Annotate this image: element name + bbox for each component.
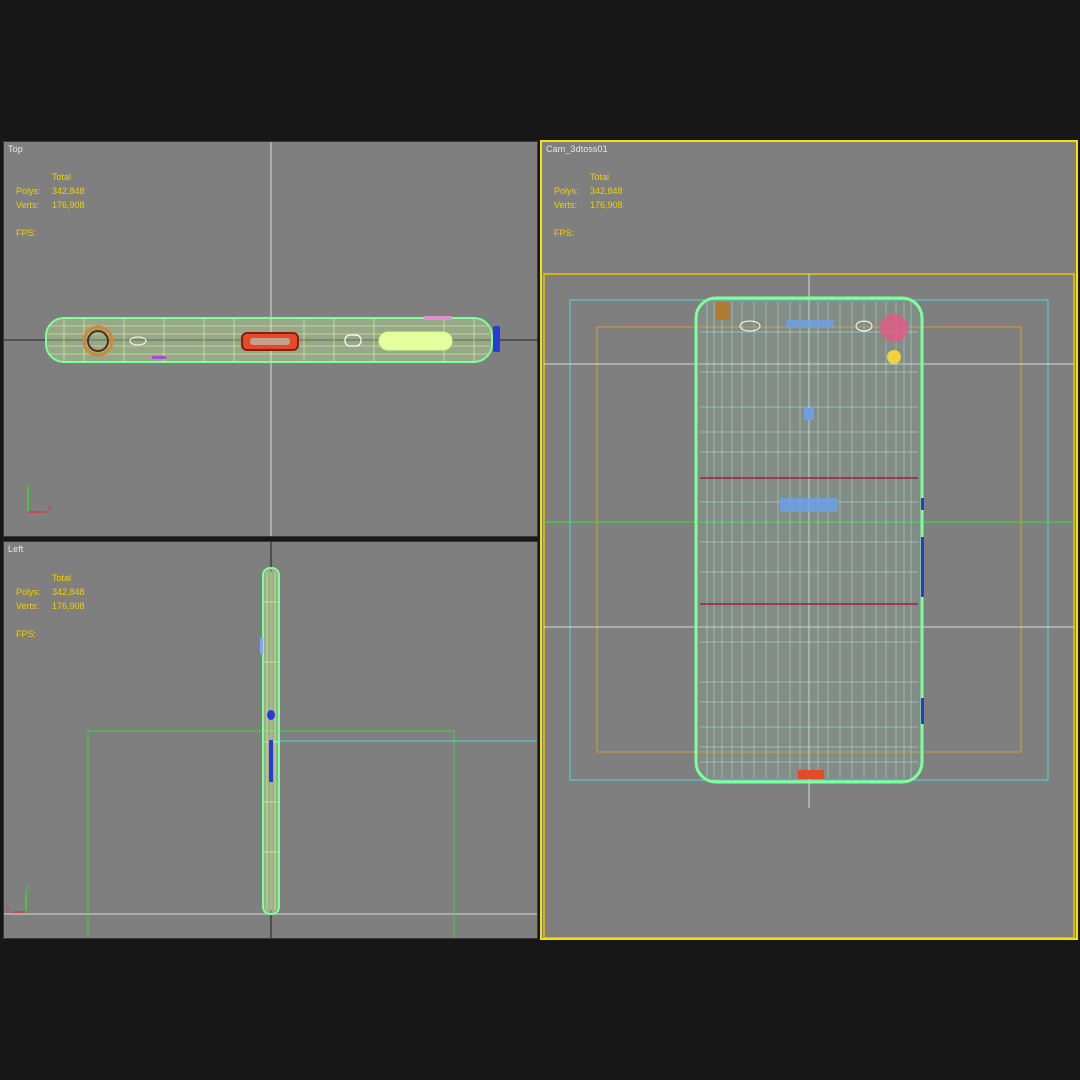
axis-y-label: y <box>6 904 10 913</box>
viewport-label[interactable]: Left <box>8 544 23 554</box>
phone-side-wireframe <box>260 567 280 915</box>
polys-label: Polys: <box>554 186 579 196</box>
viewport-left[interactable]: z y Left Total Polys: 342,848 Verts: 176,9… <box>3 541 538 939</box>
stats-overlay: Total Polys: 342,848 Verts: 176,908 FPS: <box>554 170 623 240</box>
stats-header: Total <box>590 172 610 182</box>
verts-label: Verts: <box>16 601 40 611</box>
polys-value: 342,848 <box>52 587 85 597</box>
viewport-label[interactable]: Top <box>8 144 23 154</box>
axis-z-label: z <box>25 884 29 893</box>
viewport-top[interactable]: y x Top Total Polys: 342,848 Verts: 176,90… <box>3 141 538 537</box>
axis-x-label: x <box>48 504 52 513</box>
axis-tripod-icon <box>12 892 27 913</box>
fps-label: FPS: <box>554 228 575 238</box>
verts-value: 176,908 <box>52 200 85 210</box>
polys-label: Polys: <box>16 186 41 196</box>
stats-overlay: Total Polys: 342,848 Verts: 176,908 FPS: <box>16 170 85 240</box>
polys-label: Polys: <box>16 587 41 597</box>
polys-value: 342,848 <box>590 186 623 196</box>
polys-value: 342,848 <box>52 186 85 196</box>
viewport-camera[interactable]: Cam_3dtoss01 Total Polys: 342,848 Verts: 1… <box>540 140 1078 940</box>
stats-header: Total <box>52 573 72 583</box>
axis-tripod-icon <box>27 488 46 513</box>
axis-y-label: y <box>26 483 30 492</box>
fps-label: FPS: <box>16 629 37 639</box>
camera-view-canvas <box>543 273 1075 938</box>
stats-header: Total <box>52 172 72 182</box>
verts-label: Verts: <box>16 200 40 210</box>
stats-overlay: Total Polys: 342,848 Verts: 176,908 FPS: <box>16 571 85 641</box>
verts-label: Verts: <box>554 200 578 210</box>
viewport-label[interactable]: Cam_3dtoss01 <box>546 144 608 154</box>
phone-top-wireframe <box>45 316 500 363</box>
fps-label: FPS: <box>16 228 37 238</box>
verts-value: 176,908 <box>590 200 623 210</box>
phone-back-wireframe <box>694 296 924 784</box>
verts-value: 176,908 <box>52 601 85 611</box>
